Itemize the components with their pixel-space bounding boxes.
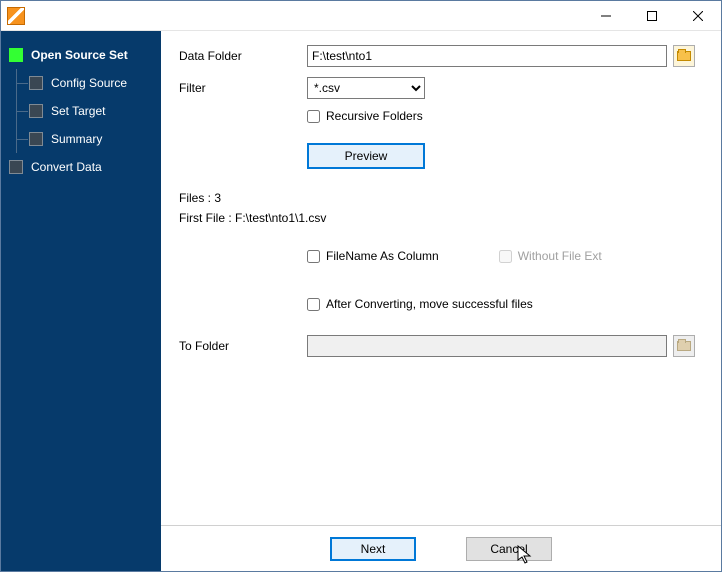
filename-as-column-checkbox[interactable] xyxy=(307,250,320,263)
nav-open-source-set[interactable]: Open Source Set xyxy=(1,41,161,69)
nav-step-marker xyxy=(9,160,23,174)
minimize-button[interactable] xyxy=(583,1,629,31)
nav-step-marker xyxy=(29,76,43,90)
browse-to-folder-button xyxy=(673,335,695,357)
folder-icon xyxy=(677,51,691,61)
browse-data-folder-button[interactable] xyxy=(673,45,695,67)
nav-label: Summary xyxy=(51,132,102,146)
filename-as-column-label: FileName As Column xyxy=(326,249,439,263)
move-successful-checkbox[interactable] xyxy=(307,298,320,311)
nav-set-target[interactable]: Set Target xyxy=(1,97,161,125)
nav-convert-data[interactable]: Convert Data xyxy=(1,153,161,181)
nav-config-source[interactable]: Config Source xyxy=(1,69,161,97)
maximize-button[interactable] xyxy=(629,1,675,31)
to-folder-input xyxy=(307,335,667,357)
data-folder-label: Data Folder xyxy=(179,49,307,63)
nav-label: Set Target xyxy=(51,104,105,118)
next-button[interactable]: Next xyxy=(330,537,416,561)
recursive-folders-checkbox[interactable] xyxy=(307,110,320,123)
maximize-icon xyxy=(647,11,657,21)
filename-as-column-wrap[interactable]: FileName As Column xyxy=(307,249,439,263)
move-successful-label: After Converting, move successful files xyxy=(326,297,533,311)
nav-step-marker xyxy=(29,132,43,146)
nav-step-marker xyxy=(9,48,23,62)
files-count-text: Files : 3 xyxy=(179,191,703,205)
app-window: Open Source Set Config Source Set Target… xyxy=(0,0,722,572)
minimize-icon xyxy=(601,11,611,21)
app-icon xyxy=(7,7,25,25)
data-folder-input[interactable] xyxy=(307,45,667,67)
wizard-sidebar: Open Source Set Config Source Set Target… xyxy=(1,31,161,571)
content-pane: Data Folder Filter *.csv xyxy=(161,31,721,571)
filter-combo[interactable]: *.csv xyxy=(307,77,425,99)
preview-button[interactable]: Preview xyxy=(307,143,425,169)
nav-label: Convert Data xyxy=(31,160,102,174)
without-ext-label: Without File Ext xyxy=(518,249,602,263)
wizard-footer: Next Cancel xyxy=(161,525,721,571)
nav-step-marker xyxy=(29,104,43,118)
close-button[interactable] xyxy=(675,1,721,31)
nav-label: Open Source Set xyxy=(31,48,128,62)
cancel-button[interactable]: Cancel xyxy=(466,537,552,561)
recursive-folders-label: Recursive Folders xyxy=(326,109,423,123)
close-icon xyxy=(693,11,703,21)
first-file-text: First File : F:\test\nto1\1.csv xyxy=(179,211,703,225)
folder-icon xyxy=(677,341,691,351)
nav-summary[interactable]: Summary xyxy=(1,125,161,153)
without-ext-wrap: Without File Ext xyxy=(499,249,602,263)
nav-label: Config Source xyxy=(51,76,127,90)
to-folder-label: To Folder xyxy=(179,339,307,353)
titlebar xyxy=(1,1,721,31)
filter-label: Filter xyxy=(179,81,307,95)
without-ext-checkbox xyxy=(499,250,512,263)
